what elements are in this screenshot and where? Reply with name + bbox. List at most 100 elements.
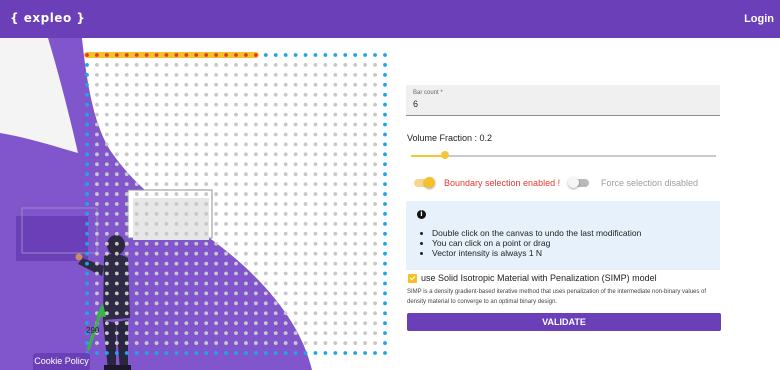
grid-node[interactable] bbox=[343, 241, 348, 246]
grid-node[interactable] bbox=[124, 261, 129, 266]
grid-node[interactable] bbox=[184, 92, 189, 97]
grid-node[interactable] bbox=[194, 142, 199, 147]
grid-node[interactable] bbox=[204, 152, 209, 157]
grid-node[interactable] bbox=[214, 102, 219, 107]
grid-node[interactable] bbox=[144, 281, 149, 286]
grid-node[interactable] bbox=[114, 162, 119, 167]
grid-node[interactable] bbox=[95, 202, 99, 206]
grid-node[interactable] bbox=[174, 212, 179, 216]
grid-node[interactable] bbox=[85, 291, 89, 296]
grid-node[interactable] bbox=[114, 92, 119, 97]
grid-node[interactable] bbox=[224, 202, 228, 206]
grid-node[interactable] bbox=[134, 53, 139, 57]
grid-node[interactable] bbox=[293, 82, 298, 87]
grid-node[interactable] bbox=[164, 82, 169, 87]
grid-node[interactable] bbox=[363, 112, 368, 117]
grid-node[interactable] bbox=[184, 341, 189, 345]
grid-node[interactable] bbox=[383, 311, 387, 316]
grid-node[interactable] bbox=[383, 53, 387, 57]
grid-node[interactable] bbox=[373, 182, 377, 187]
grid-node[interactable] bbox=[343, 202, 348, 206]
grid-node[interactable] bbox=[323, 221, 328, 226]
grid-node[interactable] bbox=[293, 311, 298, 316]
grid-node[interactable] bbox=[124, 202, 129, 206]
grid-node[interactable] bbox=[333, 72, 338, 77]
grid-node[interactable] bbox=[104, 271, 109, 276]
grid-node[interactable] bbox=[313, 182, 318, 187]
grid-node[interactable] bbox=[283, 241, 288, 246]
grid-node[interactable] bbox=[154, 251, 159, 256]
grid-node[interactable] bbox=[363, 152, 368, 157]
grid-node[interactable] bbox=[85, 202, 89, 206]
grid-node[interactable] bbox=[293, 251, 298, 256]
grid-node[interactable] bbox=[234, 231, 238, 236]
grid-node[interactable] bbox=[343, 92, 348, 97]
grid-node[interactable] bbox=[154, 142, 159, 147]
grid-node[interactable] bbox=[353, 192, 358, 196]
grid-node[interactable] bbox=[343, 53, 348, 57]
grid-node[interactable] bbox=[194, 231, 199, 236]
grid-node[interactable] bbox=[95, 261, 99, 266]
grid-node[interactable] bbox=[303, 122, 308, 127]
grid-node[interactable] bbox=[343, 221, 348, 226]
grid-node[interactable] bbox=[95, 172, 99, 177]
grid-node[interactable] bbox=[293, 172, 298, 177]
grid-node[interactable] bbox=[174, 142, 179, 147]
grid-node[interactable] bbox=[353, 112, 358, 117]
grid-node[interactable] bbox=[263, 63, 268, 67]
grid-node[interactable] bbox=[303, 301, 308, 306]
grid-node[interactable] bbox=[104, 112, 109, 117]
grid-node[interactable] bbox=[363, 321, 368, 326]
grid-node[interactable] bbox=[363, 172, 368, 177]
grid-node[interactable] bbox=[383, 301, 387, 306]
grid-node[interactable] bbox=[263, 132, 268, 137]
grid-node[interactable] bbox=[144, 162, 149, 167]
grid-node[interactable] bbox=[154, 82, 159, 87]
validate-button[interactable]: VALIDATE bbox=[407, 313, 721, 331]
grid-node[interactable] bbox=[104, 162, 109, 167]
grid-node[interactable] bbox=[343, 172, 348, 177]
grid-node[interactable] bbox=[224, 63, 228, 67]
grid-node[interactable] bbox=[95, 341, 99, 345]
grid-node[interactable] bbox=[164, 331, 169, 336]
grid-node[interactable] bbox=[124, 281, 129, 286]
grid-node[interactable] bbox=[104, 192, 109, 196]
grid-node[interactable] bbox=[383, 221, 387, 226]
grid-node[interactable] bbox=[363, 301, 368, 306]
grid-node[interactable] bbox=[134, 271, 139, 276]
grid-node[interactable] bbox=[383, 331, 387, 336]
grid-node[interactable] bbox=[293, 202, 298, 206]
grid-node[interactable] bbox=[85, 172, 89, 177]
grid-node[interactable] bbox=[383, 341, 387, 345]
grid-node[interactable] bbox=[134, 182, 139, 187]
grid-node[interactable] bbox=[134, 331, 139, 336]
grid-node[interactable] bbox=[263, 112, 268, 117]
grid-node[interactable] bbox=[214, 202, 219, 206]
grid-node[interactable] bbox=[124, 221, 129, 226]
grid-node[interactable] bbox=[164, 202, 169, 206]
grid-node[interactable] bbox=[263, 172, 268, 177]
grid-node[interactable] bbox=[224, 212, 228, 216]
grid-node[interactable] bbox=[263, 72, 268, 77]
grid-node[interactable] bbox=[353, 102, 358, 107]
grid-node[interactable] bbox=[323, 172, 328, 177]
grid-node[interactable] bbox=[85, 162, 89, 167]
grid-node[interactable] bbox=[353, 351, 358, 355]
grid-node[interactable] bbox=[164, 212, 169, 216]
grid-node[interactable] bbox=[283, 321, 288, 326]
grid-node[interactable] bbox=[303, 351, 308, 355]
grid-node[interactable] bbox=[114, 172, 119, 177]
grid-node[interactable] bbox=[174, 231, 179, 236]
grid-node[interactable] bbox=[383, 72, 387, 77]
grid-node[interactable] bbox=[134, 341, 139, 345]
grid-node[interactable] bbox=[194, 82, 199, 87]
grid-node[interactable] bbox=[283, 291, 288, 296]
grid-node[interactable] bbox=[214, 122, 219, 127]
grid-node[interactable] bbox=[174, 92, 179, 97]
grid-node[interactable] bbox=[164, 311, 169, 316]
grid-node[interactable] bbox=[313, 63, 318, 67]
grid-node[interactable] bbox=[95, 162, 99, 167]
grid-node[interactable] bbox=[114, 351, 119, 355]
grid-node[interactable] bbox=[104, 241, 109, 246]
grid-node[interactable] bbox=[194, 102, 199, 107]
